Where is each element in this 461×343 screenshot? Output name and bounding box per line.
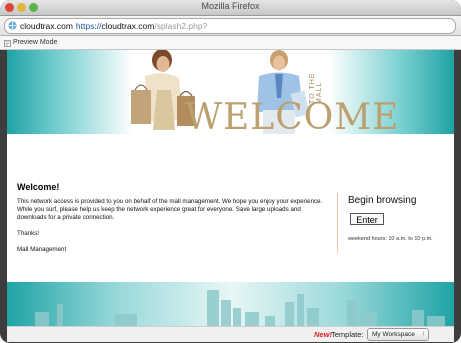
select-arrows-icon: ↕ — [422, 331, 425, 337]
signature-text: Mall Management — [17, 246, 67, 253]
title-bar: Mozilla Firefox — [0, 0, 461, 16]
begin-browsing-heading: Begin browsing — [348, 195, 417, 206]
url-domain-2: cloudtrax.com — [101, 21, 155, 31]
footer-bar: New! Template: My Workspace ↕ — [7, 326, 454, 342]
preview-mode-button[interactable]: Preview Mode — [4, 36, 57, 49]
column-divider — [337, 193, 338, 253]
window-title: Mozilla Firefox — [201, 1, 260, 11]
preview-mode-label: Preview Mode — [13, 39, 58, 46]
welcome-heading: Welcome! — [17, 182, 60, 192]
template-select[interactable]: My Workspace ↕ — [367, 328, 429, 341]
template-select-value: My Workspace — [372, 331, 415, 338]
weekend-hours-text: weekend hours: 10 a.m. to 10 p.m. — [348, 236, 433, 242]
thanks-text: Thanks! — [17, 230, 40, 237]
url-domain: cloudtrax.com — [20, 21, 73, 31]
enter-button[interactable]: Enter — [350, 213, 384, 225]
new-badge: New! — [314, 330, 332, 339]
skyline-footer-art — [7, 282, 454, 327]
welcome-title: WELCOME — [185, 97, 400, 135]
url-path: /splash2.php? — [154, 21, 208, 31]
site-identity-icon[interactable] — [8, 20, 17, 33]
browser-window: Mozilla Firefox cloudtrax.com https://clo… — [0, 0, 461, 343]
page-content: WELCOME TO THE MALL Welcome! This networ… — [7, 50, 454, 335]
url-field[interactable]: cloudtrax.com https://cloudtrax.com/splas… — [4, 18, 456, 34]
bookmarks-toolbar: Preview Mode — [0, 36, 461, 50]
preview-icon — [4, 39, 11, 47]
navigation-bar: cloudtrax.com https://cloudtrax.com/splas… — [0, 16, 461, 36]
template-label: Template: — [331, 330, 364, 339]
url-scheme: https:// — [75, 21, 102, 31]
to-the-mall-text: TO THE MALL — [309, 72, 323, 104]
welcome-banner: WELCOME TO THE MALL — [7, 50, 454, 134]
city-skyline-illustration — [35, 290, 445, 327]
intro-paragraph: This network access is provided to you o… — [17, 198, 323, 221]
